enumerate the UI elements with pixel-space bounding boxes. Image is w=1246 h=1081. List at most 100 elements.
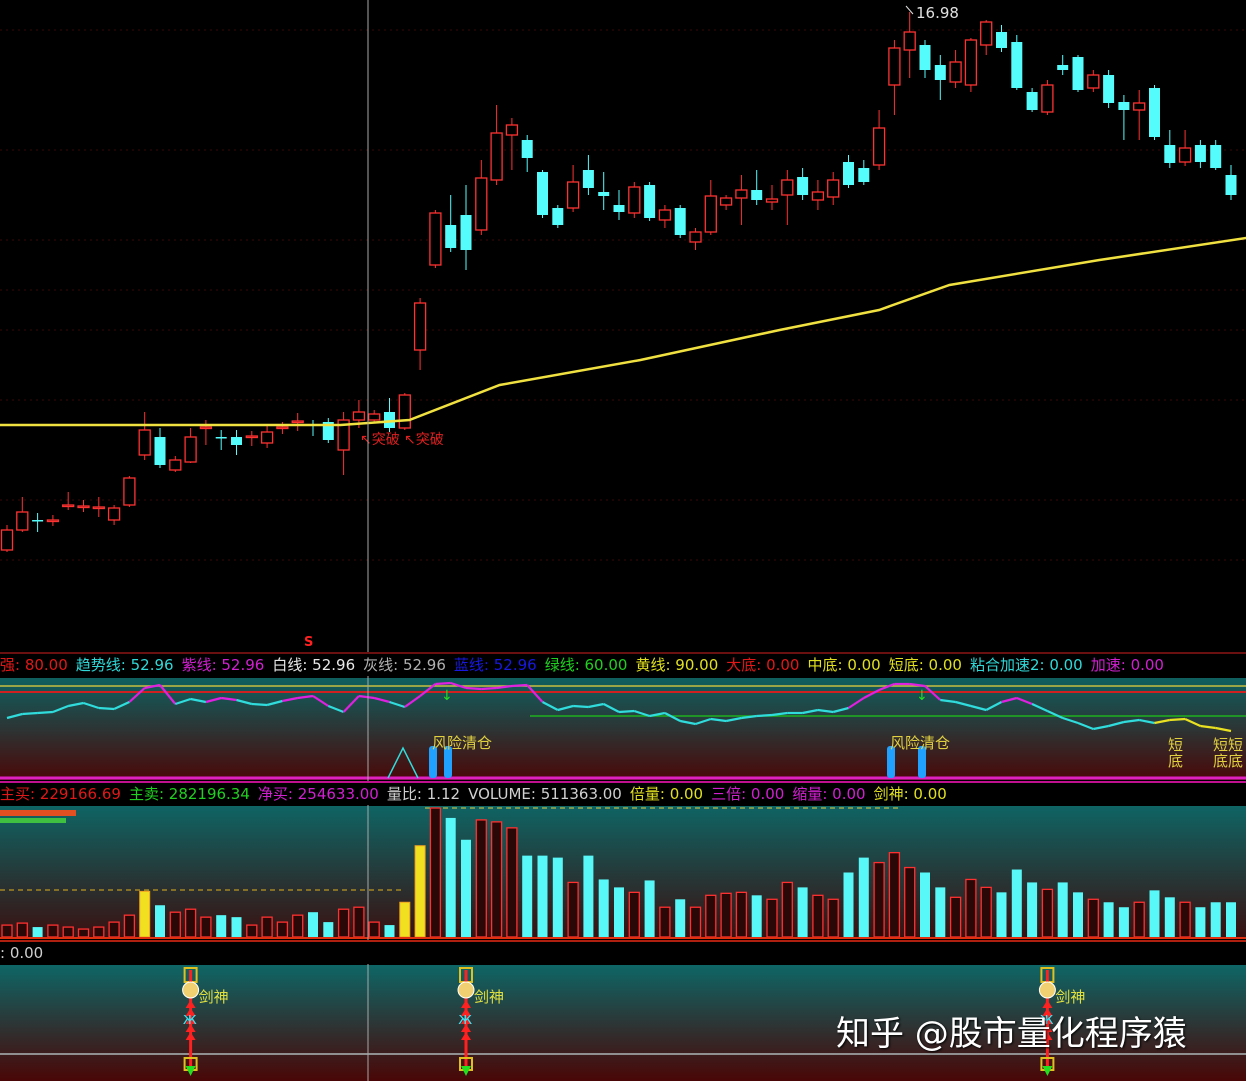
volume-header-value: 254633.00: [297, 785, 379, 803]
volume-bar: [1073, 892, 1083, 937]
volume-bar: [904, 866, 916, 938]
candle-body: [582, 170, 594, 188]
volume-header-item: 倍量: 0.00: [630, 785, 703, 803]
candle: [552, 205, 564, 228]
volume-bar: [920, 872, 930, 937]
candle-body: [888, 47, 901, 86]
bottom-header: : 0.00: [0, 940, 1246, 964]
candle-body: [934, 65, 946, 80]
candle-body: [231, 437, 242, 445]
indicator-header-label: 黄线:: [635, 656, 676, 674]
indicator-header-value: 52.96: [130, 656, 174, 674]
volume-bar: [368, 921, 380, 938]
candle-body: [872, 127, 886, 166]
risk-clear-label: 风险清仓: [432, 734, 492, 752]
indicator-header-label: 强:: [0, 656, 25, 674]
candle: [674, 205, 686, 238]
volume-bar: [246, 924, 258, 938]
coin-icon: [457, 981, 475, 999]
candle-body: [980, 21, 993, 46]
volume-bar: [1057, 882, 1068, 937]
candle-body: [1210, 145, 1222, 168]
watermark: 知乎 @股市量化程序猿: [836, 1014, 1187, 1054]
volume-header-value: 511363.00: [540, 785, 622, 803]
volume-bar: [858, 857, 869, 937]
volume-bar: [949, 896, 962, 938]
candle-body: [903, 31, 916, 51]
candle-body: [1072, 57, 1084, 90]
indicator-header-label: 短底:: [888, 656, 929, 674]
candle-body: [1041, 84, 1054, 113]
candle-body: [1057, 65, 1069, 70]
butterfly-icon: ж: [458, 1009, 472, 1028]
indicator-header-label: 大底:: [726, 656, 767, 674]
candle-body: [475, 177, 488, 231]
volume-bar: [1041, 888, 1054, 938]
main-panel[interactable]: [0, 0, 1246, 650]
volume-header-label: 净买:: [257, 785, 298, 803]
candle-body: [32, 520, 44, 522]
sword-god-label: 剑神: [1055, 988, 1085, 1006]
volume-bar: [644, 880, 655, 937]
volume-bar: [399, 901, 411, 938]
volume-bar: [1118, 907, 1129, 937]
volume-header-value: 1.12: [426, 785, 461, 803]
volume-header-value: 0.00: [750, 785, 785, 803]
indicator-header-value: 0.00: [1130, 656, 1164, 674]
candle-body: [490, 132, 503, 181]
volume-bar: [583, 855, 594, 937]
volume-header-item: 量比: 1.12: [387, 785, 460, 803]
candle-body: [827, 179, 840, 198]
candle-body: [368, 413, 381, 421]
coin-icon: [1038, 981, 1056, 999]
volume-bar: [384, 925, 395, 937]
candle-body: [537, 172, 548, 215]
volume-bar: [108, 921, 120, 938]
candle-body: [644, 185, 656, 218]
candle-body: [735, 189, 748, 199]
volume-header-value: 0.00: [669, 785, 704, 803]
indicator-header-value: 60.00: [584, 656, 628, 674]
volume-bar: [169, 911, 181, 938]
volume-header: 主买: 229166.69 主卖: 282196.34 净买: 254633.00 量…: [0, 781, 1246, 805]
main-sell-bar: [0, 818, 66, 823]
volume-bar: [965, 878, 977, 938]
indicator-header-item: 灰线: 52.96: [363, 656, 446, 674]
indicator-header-value: 0.00: [847, 656, 881, 674]
candle-body: [199, 426, 213, 430]
candle: [1011, 35, 1023, 90]
breakout-label: ↖突破: [360, 432, 400, 448]
candle-body: [184, 436, 197, 463]
indicator-header-label: 粘合加速2:: [969, 656, 1050, 674]
volume-header-label: 缩量:: [792, 785, 833, 803]
stock-chart[interactable]: 16.98S↖突破 ↖突破 ↓ ↓风险清仓 风险清仓 短底 ж剑神ж剑神ж剑神: [0, 0, 1246, 1081]
volume-bar: [1149, 890, 1160, 937]
volume-bar: [1, 924, 13, 938]
candle-body: [628, 186, 641, 214]
indicator-header-item: 短底: 0.00: [889, 656, 962, 674]
volume-bar: [567, 881, 579, 938]
trend-line-segment: [573, 704, 589, 709]
volume-bar: [659, 906, 671, 938]
bottom-header-value: : 0.00: [0, 944, 44, 962]
trend-line-segment: [481, 686, 497, 691]
indicator-panel[interactable]: [0, 678, 1246, 780]
volume-bar: [276, 921, 289, 938]
candle-body: [1164, 145, 1176, 163]
volume-bar: [812, 894, 824, 938]
volume-bar: [429, 807, 442, 938]
risk-clear-label: 风险清仓: [890, 734, 950, 752]
candle-body: [1194, 145, 1206, 162]
indicator-header-value: 90.00: [675, 656, 719, 674]
candle-body: [505, 124, 519, 136]
indicator-header-label: 灰线:: [363, 656, 403, 674]
volume-bar: [689, 906, 702, 938]
candle-body: [445, 225, 457, 248]
volume-bar: [1087, 898, 1099, 938]
candle-body: [429, 212, 442, 266]
volume-bar: [797, 887, 808, 937]
volume-header-item: 剑神: 0.00: [874, 785, 947, 803]
indicator-header-value: 0.00: [1049, 656, 1083, 674]
candle-body: [92, 506, 105, 510]
volume-bar: [308, 912, 318, 937]
